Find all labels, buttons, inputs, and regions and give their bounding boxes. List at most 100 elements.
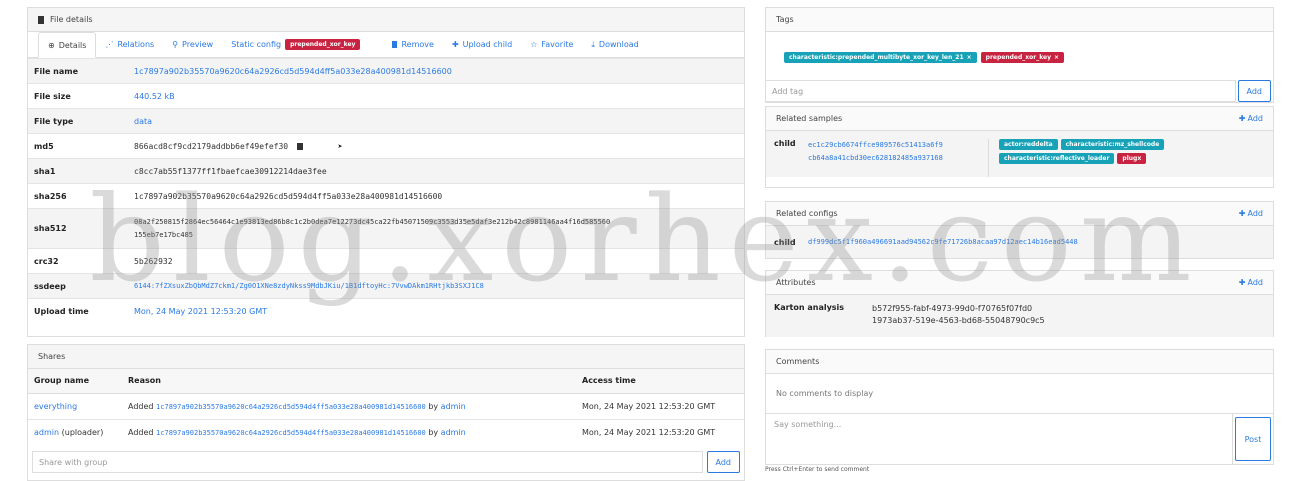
row-key: ssdeep <box>28 273 128 299</box>
tab-download[interactable]: ⤓ Download <box>582 32 647 58</box>
row-file-type: File type data <box>28 108 744 134</box>
reason-prefix: Added <box>128 401 154 411</box>
tag-badge[interactable]: characteristic:mz_shellcode <box>1060 139 1165 150</box>
sha512-line-1: 08a2f250815f2864ec56464c1e93813ed86b8c1c… <box>134 217 611 226</box>
post-button[interactable]: Post <box>1235 417 1271 461</box>
related-sample-link[interactable]: ec1c29cb6674ffce989576c51413a6f9 <box>808 139 988 152</box>
tag-label: characteristic:prepended_multibyte_xor_k… <box>789 54 964 61</box>
tag-badge[interactable]: characteristic:prepended_multibyte_xor_k… <box>784 52 977 63</box>
row-key: sha1 <box>28 158 128 184</box>
reason-hash-link[interactable]: 1c7897a902b35570a9620c64a2926cd5d594d4ff… <box>156 403 426 411</box>
file-tabs: ⊕ Details ⋰ Relations ⚲ Preview Static c… <box>28 32 744 58</box>
col-access-time: Access time <box>576 369 744 394</box>
row-md5: md5 866acd8cf9cd2179addbb6ef49efef30 ➤ <box>28 133 744 159</box>
related-samples-card: Related samples ✚ Add child ec1c29cb6674f… <box>765 106 1274 188</box>
shares-card: Shares Group name Reason Access time eve… <box>27 344 745 481</box>
file-details-header: File details <box>28 8 744 32</box>
reason-user-link[interactable]: admin <box>441 402 466 411</box>
tag-badge[interactable]: actor:reddelta <box>999 139 1058 150</box>
add-tag-row: Add tag Add <box>766 80 1273 102</box>
related-configs-add[interactable]: ✚ Add <box>1239 209 1263 218</box>
close-icon[interactable]: × <box>967 54 972 61</box>
related-samples-add[interactable]: ✚ Add <box>1239 114 1263 123</box>
reason-hash-link[interactable]: 1c7897a902b35570a9620c64a2926cd5d594d4ff… <box>156 429 426 437</box>
tab-preview[interactable]: ⚲ Preview <box>163 32 222 58</box>
row-sha1: sha1 c8cc7ab55f1377ff1fbaefcae30912214da… <box>28 158 744 184</box>
post-label: Post <box>1244 434 1262 444</box>
access-time: Mon, 24 May 2021 12:53:20 GMT <box>576 418 744 445</box>
tab-static-config-label: Static config <box>231 40 282 49</box>
access-time: Mon, 24 May 2021 12:53:20 GMT <box>576 392 744 419</box>
related-sample-tags: actor:reddelta characteristic:mz_shellco… <box>988 139 1218 177</box>
attribute-row: Karton analysis b572f955-fabf-4973-99d0-… <box>766 295 1273 337</box>
file-type-link[interactable]: data <box>134 117 152 126</box>
tab-relations[interactable]: ⋰ Relations <box>96 32 163 58</box>
comments-title: Comments <box>776 357 820 366</box>
attributes-header: Attributes ✚ Add <box>766 271 1273 295</box>
related-sample-link[interactable]: cb64a8a41cbd30ec628182485a937168 <box>808 152 988 165</box>
plus-icon: ✚ <box>1238 209 1246 218</box>
related-config-link[interactable]: df999dc5f1f960a496691aad94562c9fe71726b8… <box>808 238 1078 246</box>
tags-list: characteristic:prepended_multibyte_xor_k… <box>766 32 1273 63</box>
table-row: everything Added 1c7897a902b35570a9620c6… <box>28 392 744 419</box>
tab-static-config[interactable]: Static config prepended_xor_key <box>222 32 369 58</box>
tags-header: Tags <box>766 8 1273 32</box>
row-key: Upload time <box>28 298 128 325</box>
related-samples-add-label: Add <box>1247 114 1264 123</box>
tab-details[interactable]: ⊕ Details <box>38 32 97 58</box>
attribute-value: 1973ab37-519e-4563-bd68-55048790c9c5 <box>872 316 1045 325</box>
upload-time-link[interactable]: Mon, 24 May 2021 12:53:20 GMT <box>134 307 267 316</box>
download-icon: ⤓ <box>591 39 595 49</box>
add-tag-placeholder: Add tag <box>772 86 804 96</box>
comment-textarea[interactable]: Say something... <box>766 414 1233 464</box>
row-key: sha512 <box>28 208 128 249</box>
attributes-add-label: Add <box>1247 278 1264 287</box>
tab-details-label: Details <box>58 40 87 50</box>
attribute-values: b572f955-fabf-4973-99d0-f70765f07fd0 197… <box>872 303 1045 329</box>
add-tag-button[interactable]: Add <box>1237 80 1271 102</box>
share-row: Share with group Add <box>28 445 744 473</box>
add-tag-input[interactable]: Add tag <box>766 80 1236 102</box>
related-samples-title: Related samples <box>776 114 843 123</box>
cursor-icon: ➤ <box>337 141 343 151</box>
comments-card: Comments No comments to display Say some… <box>765 349 1274 465</box>
add-tag-label: Add <box>1246 86 1263 96</box>
tab-relations-label: Relations <box>117 40 155 49</box>
attributes-add[interactable]: ✚ Add <box>1239 278 1263 287</box>
plus-icon: ✚ <box>1238 114 1246 123</box>
crc32-value: 5b262932 <box>128 248 744 274</box>
share-with-group-input[interactable]: Share with group <box>32 451 703 473</box>
row-key: File size <box>28 83 128 109</box>
tab-remove[interactable]: Remove <box>383 32 442 58</box>
row-key: File type <box>28 108 128 134</box>
row-sha512: sha512 08a2f250815f2864ec56464c1e93813ed… <box>28 208 744 249</box>
static-config-badge: prepended_xor_key <box>285 39 361 50</box>
related-configs-title: Related configs <box>776 209 838 218</box>
tab-upload-child[interactable]: ✚ Upload child <box>443 32 521 58</box>
ssdeep-link[interactable]: 6144:7fZXsuxZbQbMdZ7ckm1/Zg0O1XNe8zdyNks… <box>134 282 484 290</box>
share-add-button[interactable]: Add <box>706 451 740 473</box>
tab-remove-label: Remove <box>401 40 434 49</box>
sha512-value: 08a2f250815f2864ec56464c1e93813ed86b8c1c… <box>128 208 744 249</box>
close-icon[interactable]: × <box>1054 54 1059 61</box>
comments-empty: No comments to display <box>766 374 1273 414</box>
tag-badge[interactable]: plugx <box>1117 153 1147 164</box>
tab-favorite[interactable]: ☆ Favorite <box>521 32 582 58</box>
row-upload-time: Upload time Mon, 24 May 2021 12:53:20 GM… <box>28 298 744 325</box>
share-placeholder: Share with group <box>39 457 108 467</box>
file-size-link[interactable]: 440.52 kB <box>134 92 175 101</box>
group-link[interactable]: admin <box>34 428 59 437</box>
reason-user-link[interactable]: admin <box>441 428 466 437</box>
attribute-value: b572f955-fabf-4973-99d0-f70765f07fd0 <box>872 304 1033 313</box>
comment-input-row: Say something... Post <box>766 414 1273 464</box>
shares-title: Shares <box>38 352 66 361</box>
tag-badge[interactable]: characteristic:reflective_loader <box>999 153 1115 164</box>
sha256-value: 1c7897a902b35570a9620c64a2926cd5d594d4ff… <box>128 183 744 209</box>
row-ssdeep: ssdeep 6144:7fZXsuxZbQbMdZ7ckm1/Zg0O1XNe… <box>28 273 744 299</box>
copy-icon[interactable] <box>296 142 303 150</box>
related-configs-header: Related configs ✚ Add <box>766 202 1273 226</box>
file-name-link[interactable]: 1c7897a902b35570a9620c64a2926cd5d594d4ff… <box>134 67 452 76</box>
tag-badge[interactable]: prepended_xor_key × <box>980 52 1065 63</box>
related-configs-card: Related configs ✚ Add child df999dc5f1f96… <box>765 201 1274 259</box>
group-link[interactable]: everything <box>34 402 77 411</box>
